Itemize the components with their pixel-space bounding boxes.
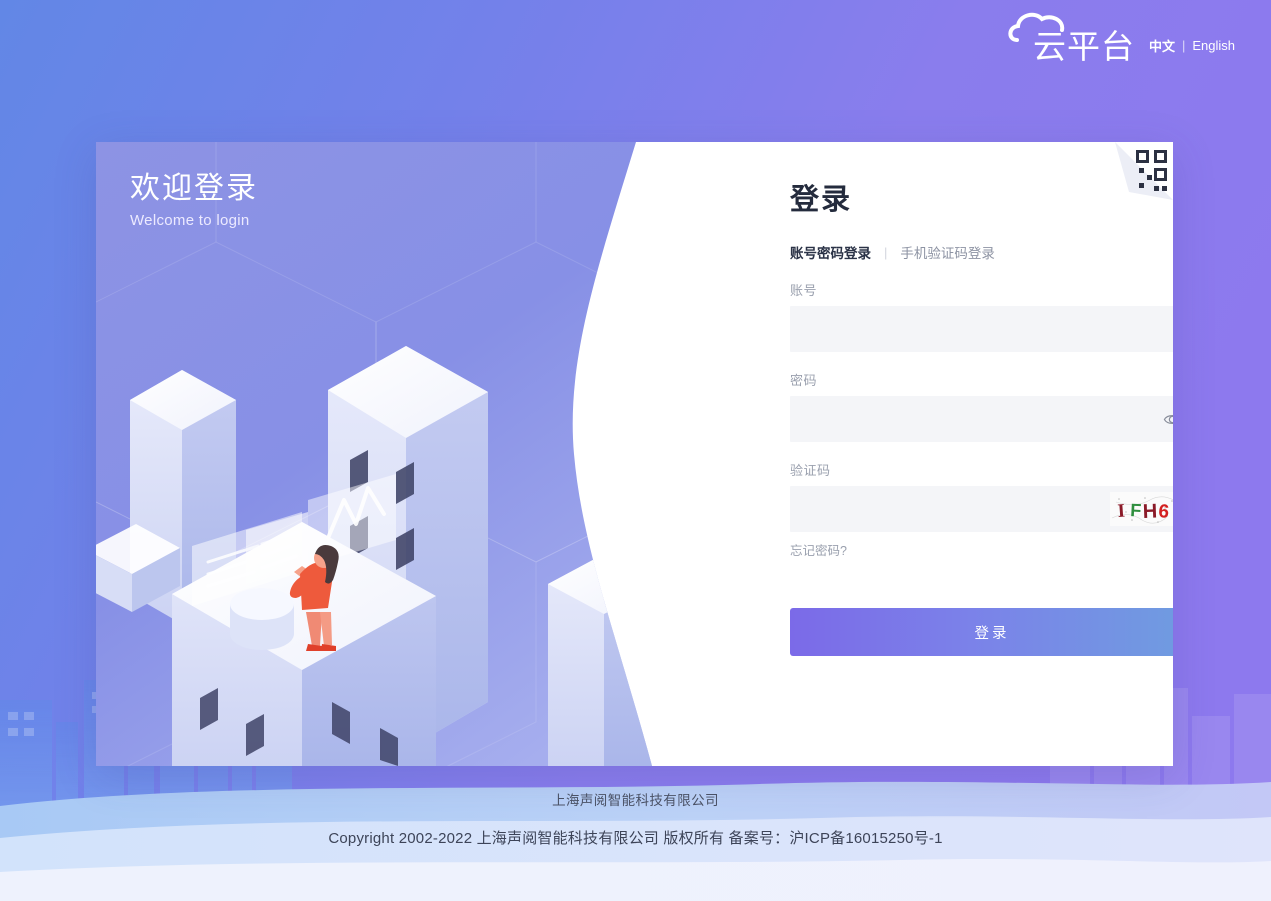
language-zh[interactable]: 中文 [1149,36,1175,55]
svg-text:H: H [1142,501,1157,523]
language-separator: | [1181,37,1186,53]
captcha-label: 验证码 [790,463,831,478]
qr-code-icon[interactable] [1115,142,1173,200]
tab-password-login[interactable]: 账号密码登录 [790,242,871,262]
forgot-password-link[interactable]: 忘记密码? [790,540,1173,559]
account-input[interactable] [790,306,1173,352]
password-field-group: 密码 [790,370,1173,442]
welcome-text: 欢迎登录 Welcome to login [130,170,258,229]
cloud-icon [1007,8,1073,53]
tab-sms-login[interactable]: 手机验证码登录 [900,242,995,262]
password-input-box[interactable] [790,396,1173,442]
page-header: 云平台 中文 | English [851,0,1271,92]
welcome-subtitle: Welcome to login [130,211,250,229]
language-switcher[interactable]: 中文 | English [1149,36,1235,55]
password-label: 密码 [790,373,818,388]
svg-text:I: I [1117,501,1126,522]
brand-logo: 云平台 [1008,12,1135,63]
welcome-title: 欢迎登录 [130,172,258,205]
svg-text:F: F [1130,500,1142,521]
eye-icon[interactable] [1160,407,1173,431]
login-mode-tabs: 账号密码登录 | 手机验证码登录 [790,242,1173,262]
language-en[interactable]: English [1192,38,1235,53]
account-field-group: 账号 [790,280,1173,352]
captcha-field-group: 验证码 I F H 6 [790,460,1173,532]
captcha-image[interactable]: I F H 6 [1110,492,1173,526]
footer-company-name: 上海声阅智能科技有限公司 [552,793,719,808]
login-card: 欢迎登录 Welcome to login 登录 账号密码登录 | 手机验证码登… [96,142,1173,766]
account-input-box[interactable] [790,306,1173,352]
login-button[interactable]: 登录 [790,608,1173,656]
tab-separator: | [884,244,888,260]
illustration-panel: 欢迎登录 Welcome to login [96,142,716,766]
account-label: 账号 [790,283,818,298]
captcha-input-box[interactable]: I F H 6 [790,486,1173,532]
svg-text:6: 6 [1158,501,1170,523]
page-footer: 上海声阅智能科技有限公司 Copyright 2002-2022 上海声阅智能科… [0,771,1271,901]
login-form-panel: 登录 账号密码登录 | 手机验证码登录 账号 密码 验证码 I F H 6 忘记… [694,142,1173,766]
password-input[interactable] [790,396,1173,442]
footer-copyright: Copyright 2002-2022 上海声阅智能科技有限公司 版权所有 备案… [328,830,943,847]
